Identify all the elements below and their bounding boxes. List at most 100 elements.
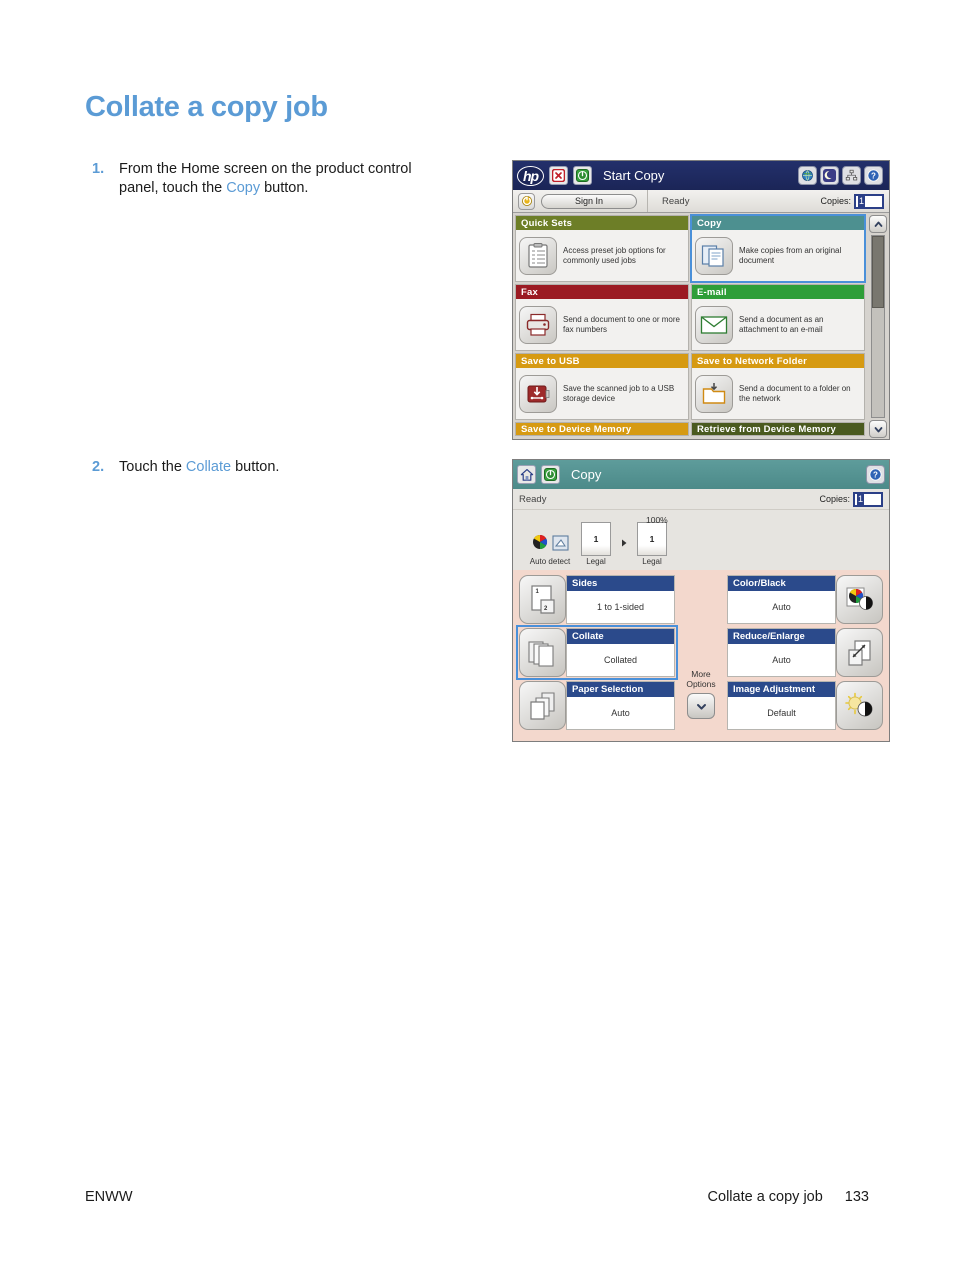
- tile-retrieve-from-device-memory[interactable]: Retrieve from Device Memory: [691, 422, 865, 436]
- tile-copy[interactable]: Copy Make copies from an original docume…: [690, 214, 866, 283]
- home-header-icon-group: ?: [798, 166, 885, 185]
- help-icon[interactable]: ?: [864, 166, 883, 185]
- option-sides[interactable]: 12 Sides 1 to 1-sided: [519, 575, 675, 624]
- copy-status-text: Ready: [519, 493, 547, 505]
- copies-input[interactable]: 1: [853, 491, 883, 507]
- copy-preview-area: Auto detect 1 Legal 1 Legal 100%: [513, 510, 889, 570]
- option-title: Paper Selection: [567, 682, 674, 697]
- left-option-column: 12 Sides 1 to 1-sided Collate Collated P…: [516, 575, 678, 741]
- copies-value: 1: [857, 493, 865, 505]
- step-text-before: Touch the: [119, 459, 186, 475]
- option-value: Collated: [603, 655, 638, 665]
- tile-title: Copy: [692, 216, 864, 230]
- scan-icon: [552, 535, 569, 556]
- option-paper-selection[interactable]: Paper Selection Auto: [519, 681, 675, 730]
- tile-fax[interactable]: Fax Send a document to one or more fax n…: [515, 284, 689, 351]
- output-page-size: Legal: [642, 557, 662, 566]
- scrollbar-track[interactable]: [871, 235, 885, 418]
- chevron-up-icon[interactable]: [869, 215, 887, 233]
- tile-title: Save to Device Memory: [516, 423, 688, 435]
- step-number: 1.: [92, 161, 105, 177]
- option-title: Collate: [567, 629, 674, 644]
- copy-header-bar: Copy ?: [513, 460, 889, 489]
- page-footer: ENWW Collate a copy job 133: [85, 1189, 869, 1205]
- tile-email[interactable]: E-mail Send a document as an attachment …: [691, 284, 865, 351]
- hp-logo-icon: hp: [517, 165, 544, 186]
- more-options-column: More Options: [675, 575, 727, 741]
- step-text-after: button.: [260, 180, 309, 196]
- home-tile-grid: Quick Sets Access preset job options for…: [513, 213, 867, 439]
- scrollbar-thumb[interactable]: [872, 236, 884, 309]
- chevron-down-icon[interactable]: [869, 420, 887, 438]
- tile-description: Access preset job options for commonly u…: [563, 245, 666, 265]
- globe-icon[interactable]: [798, 166, 817, 185]
- svg-text:?: ?: [873, 471, 878, 480]
- home-header-bar: hp Start Copy ?: [513, 161, 889, 190]
- power-icon[interactable]: [518, 192, 535, 210]
- option-title: Sides: [567, 576, 674, 591]
- source-page-preview: 1 Legal: [581, 522, 611, 566]
- step-text: From the Home screen on the product cont…: [119, 160, 449, 198]
- help-icon[interactable]: ?: [866, 465, 885, 484]
- start-icon[interactable]: [573, 166, 592, 185]
- option-reduce-enlarge[interactable]: Reduce/Enlarge Auto: [727, 628, 883, 677]
- tile-description: Save the scanned job to a USB storage de…: [563, 383, 675, 403]
- copies-label: Copies:: [819, 494, 850, 504]
- option-value: 1 to 1-sided: [596, 602, 645, 612]
- tile-title: Save to USB: [516, 354, 688, 368]
- scan-mode-group[interactable]: Auto detect: [519, 533, 581, 566]
- quick-sets-icon: [519, 236, 557, 275]
- zoom-percentage: 100%: [646, 515, 668, 525]
- stop-icon[interactable]: [549, 166, 568, 185]
- footer-section: Collate a copy job: [707, 1189, 823, 1205]
- start-icon[interactable]: [541, 465, 560, 484]
- network-folder-icon: [695, 374, 733, 413]
- copy-status-bar: Ready Copies: 1: [513, 489, 889, 510]
- more-options-button[interactable]: [687, 693, 715, 719]
- paper-selection-icon: [519, 681, 566, 730]
- home-control-panel-screenshot: hp Start Copy ? Sign In Ready Copies: 1 …: [512, 160, 890, 440]
- image-adjustment-icon: [836, 681, 883, 730]
- step-highlight: Collate: [185, 459, 232, 475]
- network-icon[interactable]: [842, 166, 861, 185]
- more-options-label-line1: More: [691, 669, 711, 679]
- tile-save-to-usb[interactable]: Save to USB Save the scanned job to a US…: [515, 353, 689, 420]
- tile-title: Fax: [516, 285, 688, 299]
- sides-icon: 12: [519, 575, 566, 624]
- sleep-icon[interactable]: [820, 166, 839, 185]
- arrow-right-icon: [611, 526, 637, 560]
- option-collate[interactable]: Collate Collated: [516, 625, 678, 680]
- option-title: Image Adjustment: [728, 682, 835, 697]
- footer-page-number: 133: [844, 1189, 869, 1205]
- tile-description: Send a document as an attachment to an e…: [739, 314, 824, 334]
- home-tile-area: Quick Sets Access preset job options for…: [513, 213, 889, 439]
- tile-save-to-network-folder[interactable]: Save to Network Folder Send a document t…: [691, 353, 865, 420]
- option-title: Color/Black: [728, 576, 835, 591]
- tile-title: Retrieve from Device Memory: [692, 423, 864, 435]
- tile-description: Send a document to a folder on the netwo…: [739, 383, 851, 403]
- copies-input[interactable]: 1: [854, 193, 884, 209]
- option-value: Auto: [772, 655, 791, 665]
- copy-icon: [695, 236, 733, 275]
- home-status-text: Ready: [647, 190, 814, 212]
- copies-label: Copies:: [820, 196, 851, 206]
- home-scrollbar[interactable]: [867, 213, 889, 439]
- reduce-enlarge-icon: [836, 628, 883, 677]
- option-image-adjustment[interactable]: Image Adjustment Default: [727, 681, 883, 730]
- home-icon[interactable]: [517, 465, 536, 484]
- output-page-number: 1: [637, 522, 667, 556]
- option-color-black[interactable]: Color/Black Auto: [727, 575, 883, 624]
- color-black-icon: [836, 575, 883, 624]
- fax-icon: [519, 305, 557, 344]
- source-page-size: Legal: [586, 557, 606, 566]
- step-text: Touch the Collate button.: [119, 458, 279, 477]
- usb-icon: [519, 374, 557, 413]
- collate-icon: [519, 628, 566, 677]
- copy-screen-screenshot: Copy ? Ready Copies: 1 Auto detect 1 Leg…: [512, 459, 890, 742]
- more-options-label: More Options: [686, 669, 715, 689]
- tile-save-to-device-memory[interactable]: Save to Device Memory: [515, 422, 689, 436]
- step-2: 2. Touch the Collate button.: [92, 458, 279, 477]
- sign-in-button[interactable]: Sign In: [541, 193, 637, 209]
- option-value: Default: [767, 708, 796, 718]
- tile-quick-sets[interactable]: Quick Sets Access preset job options for…: [515, 215, 689, 282]
